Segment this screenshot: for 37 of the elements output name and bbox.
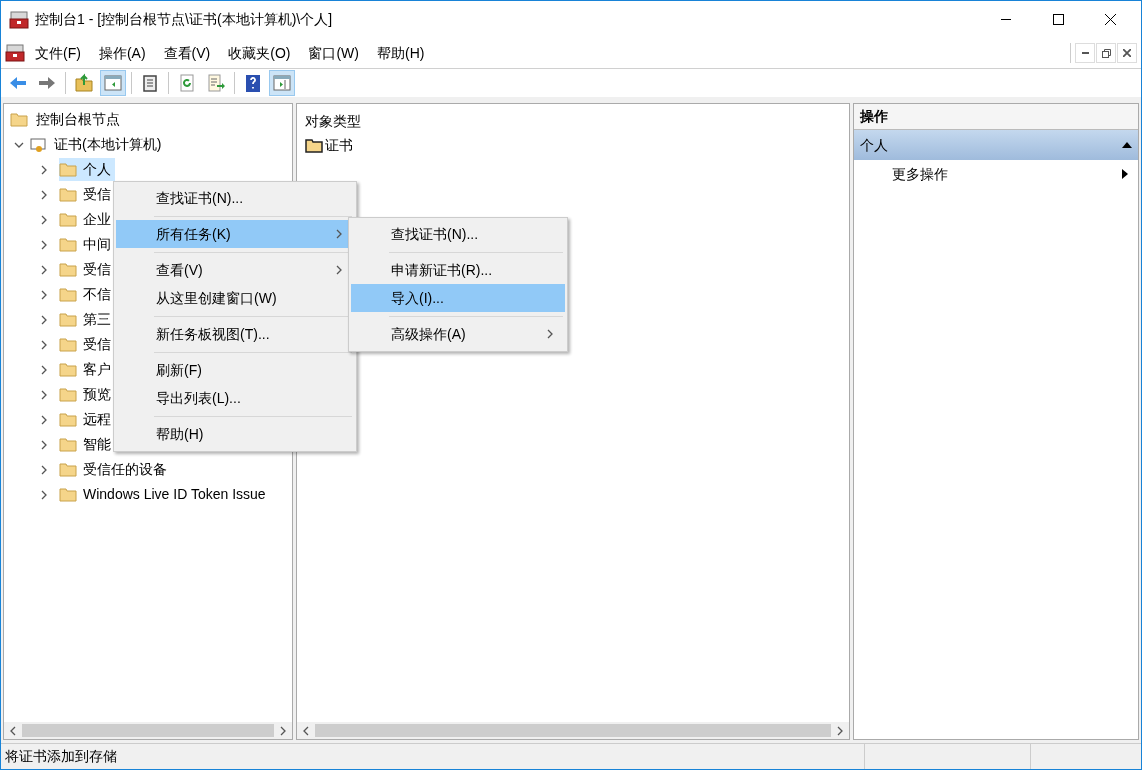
tree-item[interactable]: 远程 (59, 408, 115, 431)
menu-item[interactable]: 刷新(F) (116, 356, 354, 384)
tree-item[interactable]: 证书(本地计算机) (54, 134, 162, 155)
menu-item[interactable]: 申请新证书(R)... (351, 256, 565, 284)
tree-item[interactable]: 客户 (59, 358, 115, 381)
status-text: 将证书添加到存储 (1, 744, 865, 769)
action-item[interactable]: 更多操作 (854, 160, 1138, 188)
list-item[interactable]: 证书 (325, 134, 353, 156)
menu-item[interactable]: 高级操作(A) (351, 320, 565, 348)
actions-header: 操作 (854, 104, 1138, 130)
column-header[interactable]: 对象类型 (305, 109, 849, 133)
tree-item[interactable]: 智能 (59, 433, 115, 456)
tree-item[interactable]: 中间 (59, 233, 115, 256)
tree-item[interactable]: 预览 (59, 383, 115, 406)
tree-item[interactable]: 个人 (59, 158, 115, 181)
menu-bar-item[interactable]: 操作(A) (90, 41, 154, 65)
menu-item[interactable]: 帮助(H) (116, 420, 354, 448)
tree-item[interactable]: Windows Live ID Token Issue (59, 483, 270, 506)
tree-item[interactable]: 控制台根节点 (36, 109, 120, 130)
menu-item[interactable]: 导出列表(L)... (116, 384, 354, 412)
actions-section-header[interactable]: 个人 (854, 130, 1138, 160)
tree-item[interactable]: 受信 (59, 183, 115, 206)
tree-item[interactable]: 受信任的设备 (59, 458, 171, 481)
menu-bar-item[interactable]: 帮助(H) (369, 41, 433, 65)
menu-bar-item[interactable]: 窗口(W) (300, 41, 367, 65)
menu-bar-item[interactable]: 收藏夹(O) (220, 41, 299, 65)
tree-item[interactable]: 受信 (59, 333, 115, 356)
menu-item[interactable]: 查找证书(N)... (351, 220, 565, 248)
tree-item[interactable]: 受信 (59, 258, 115, 281)
window-title: 控制台1 - [控制台根节点\证书(本地计算机)\个人] (35, 10, 334, 29)
tree-item[interactable]: 第三 (59, 308, 115, 331)
menu-bar-item[interactable]: 文件(F) (27, 41, 89, 65)
menu-item[interactable]: 查找证书(N)... (116, 184, 354, 212)
tree-item[interactable]: 企业 (59, 208, 115, 231)
menu-bar-item[interactable]: 查看(V) (155, 41, 219, 65)
tree-item[interactable]: 不信 (59, 283, 115, 306)
menu-item[interactable]: 导入(I)... (351, 284, 565, 312)
